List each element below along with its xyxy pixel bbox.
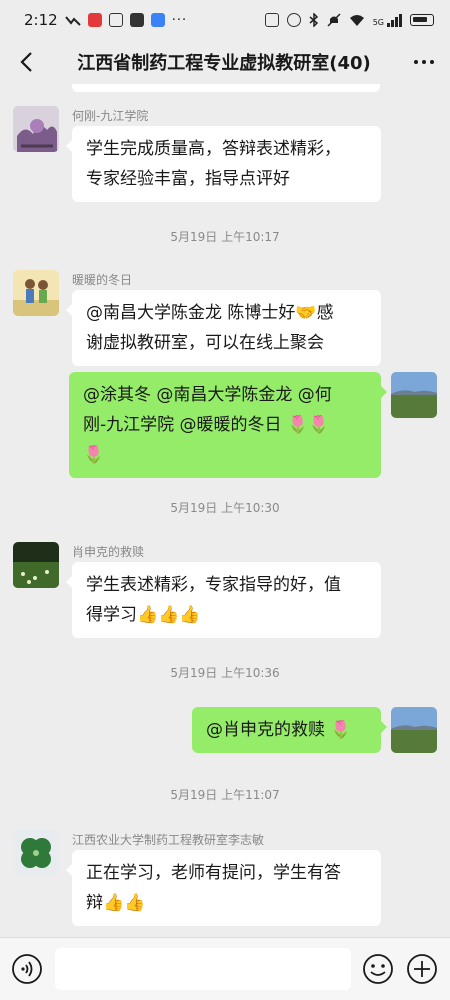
message-line: @涂其冬 @南昌大学陈金龙 @何 (83, 385, 332, 405)
app-icon (129, 13, 144, 27)
emoji-button[interactable] (361, 952, 395, 986)
message-line: 谢虚拟教研室，可以在线上聚会 (86, 333, 324, 353)
signal-icon: 5G (372, 13, 402, 27)
avatar[interactable] (13, 830, 59, 876)
message-line: 正在学习，老师有提问，学生有答 (86, 863, 341, 883)
back-button[interactable] (4, 40, 48, 84)
message-timestamp: 5月19日 上午11:07 (170, 788, 280, 802)
sender-name: 江西农业大学制药工程教研室李志敏 (72, 833, 265, 847)
image-icon (108, 13, 123, 27)
silent-icon (327, 13, 341, 27)
message-line: 刚-九江学院 @暖暖的冬日 🌷🌷 (83, 415, 330, 435)
app-icon (87, 13, 102, 27)
voice-icon (12, 954, 42, 984)
alarm-icon (286, 13, 301, 27)
message-line: 学生完成质量高，答辩表述精彩， (86, 139, 341, 159)
own-avatar[interactable] (391, 372, 437, 418)
message-line: 学生表述精彩，专家指导的好，值 (86, 575, 341, 595)
avatar-image (391, 372, 437, 418)
avatar-image (13, 106, 59, 152)
app-notification-icon (64, 16, 81, 26)
message-bubble[interactable]: 正在学习，老师有提问，学生有答 辩👍👍 (66, 850, 381, 926)
status-right: 5G (264, 13, 434, 27)
more-dots-icon (414, 60, 418, 64)
more-button[interactable] (398, 40, 450, 84)
nfc-icon (264, 13, 279, 27)
bluetooth-icon (309, 13, 318, 27)
sender-name: 肖申克的救赎 (72, 545, 145, 559)
message-bubble[interactable]: 学生表述精彩，专家指导的好，值 得学习👍👍👍 (66, 562, 381, 638)
message-line: @南昌大学陈金龙 陈博士好🤝感 (86, 303, 334, 323)
chat-title: 江西省制药工程专业虚拟教研室(40) (77, 53, 371, 74)
message-line: 🌷 (83, 445, 105, 465)
message-line: 得学习👍👍👍 (86, 605, 201, 625)
avatar[interactable] (13, 542, 59, 588)
message-bubble-own[interactable]: @肖申克的救赎 🌷 (192, 707, 387, 753)
more-notifications-icon: ··· (171, 12, 188, 28)
voice-button[interactable] (10, 952, 44, 986)
status-bar: 2:12 ··· 5G (0, 0, 450, 40)
previous-message-bubble (72, 84, 380, 92)
cloud-icon (150, 13, 165, 27)
status-left: 2:12 ··· (24, 11, 187, 29)
avatar-image (13, 830, 59, 876)
message-input[interactable] (55, 948, 351, 990)
input-bar (0, 937, 450, 1000)
message-timestamp: 5月19日 上午10:30 (170, 501, 280, 515)
plus-icon (407, 954, 437, 984)
message-timestamp: 5月19日 上午10:17 (170, 230, 280, 244)
sender-name: 何刚-九江学院 (72, 109, 149, 123)
emoji-icon (363, 954, 393, 984)
chevron-left-icon (20, 52, 32, 72)
message-line: 专家经验丰富，指导点评好 (86, 169, 290, 189)
chat-header: 江西省制药工程专业虚拟教研室(40) (0, 40, 450, 84)
message-bubble[interactable]: @南昌大学陈金龙 陈博士好🤝感 谢虚拟教研室，可以在线上聚会 (66, 290, 381, 366)
avatar-image (13, 542, 59, 588)
plus-button[interactable] (405, 952, 439, 986)
status-time: 2:12 (24, 11, 58, 29)
battery-icon (410, 14, 434, 26)
sender-name: 暖暖的冬日 (72, 273, 133, 287)
message-line: @肖申克的救赎 🌷 (206, 720, 352, 740)
avatar[interactable] (13, 270, 59, 316)
wifi-icon (349, 14, 364, 26)
message-timestamp: 5月19日 上午10:36 (170, 666, 280, 680)
message-line: 辩👍👍 (86, 893, 146, 913)
own-avatar[interactable] (391, 707, 437, 753)
avatar-image (391, 707, 437, 753)
network-label: 5G (372, 17, 384, 27)
message-bubble-own[interactable]: @涂其冬 @南昌大学陈金龙 @何 刚-九江学院 @暖暖的冬日 🌷🌷 🌷 (69, 372, 387, 478)
avatar-image (13, 270, 59, 316)
avatar[interactable] (13, 106, 59, 152)
message-bubble[interactable]: 学生完成质量高，答辩表述精彩， 专家经验丰富，指导点评好 (66, 126, 381, 202)
